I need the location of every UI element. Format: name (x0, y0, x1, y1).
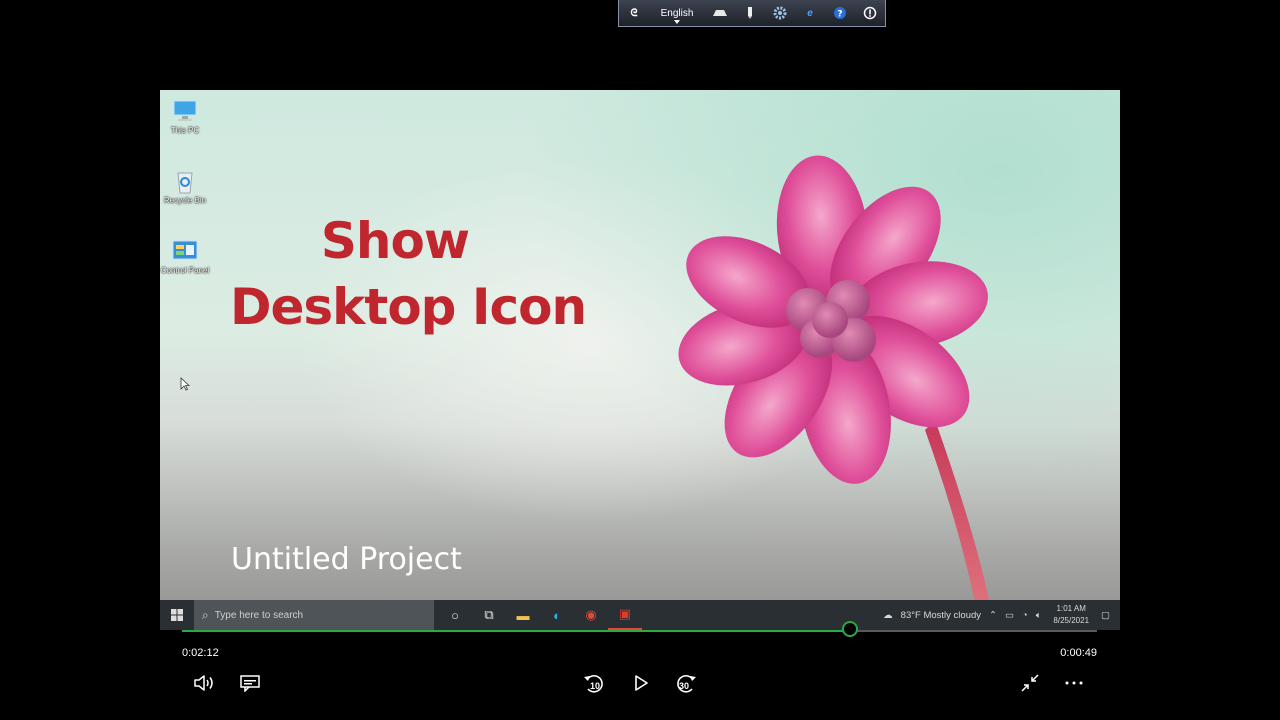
ellipsis-icon (1065, 681, 1083, 685)
volume-tray-icon[interactable]: 🔈︎ (1036, 610, 1042, 621)
desktop-icon-label: This PC (170, 126, 200, 135)
control-panel-icon (172, 240, 198, 260)
language-selector[interactable]: English (649, 0, 705, 26)
notification-icon[interactable]: ▢ (1101, 610, 1110, 621)
seek-bar-thumb[interactable] (841, 621, 858, 637)
chrome-browser-icon[interactable]: ◉ (574, 600, 608, 630)
battery-icon[interactable]: ▭ (1005, 610, 1014, 621)
file-explorer-icon[interactable]: ▬ (506, 600, 540, 630)
skip-back-seconds: 10 (590, 681, 601, 691)
video-frame[interactable]: This PC Recycle Bin Control Panel Show D… (160, 90, 1120, 630)
desktop-icon-recycle-bin[interactable]: Recycle Bin (160, 168, 213, 205)
keyboard-icon[interactable] (705, 0, 735, 26)
skip-forward-button[interactable]: 30 (672, 670, 700, 696)
info-icon[interactable] (855, 0, 885, 26)
tray-chevron-icon[interactable]: ⌃ (989, 610, 997, 621)
start-button[interactable] (160, 600, 194, 630)
search-icon: ⌕ (202, 607, 209, 622)
windows-logo-icon (171, 609, 183, 621)
mouse-cursor-icon (180, 377, 190, 391)
recycle-bin-icon (177, 172, 193, 194)
captions-icon (240, 675, 260, 692)
speaker-icon (194, 675, 213, 691)
svg-text:?: ? (837, 10, 842, 20)
system-tray: ☁ 83°F Mostly cloudy ⌃ ▭ ◔ 🔈︎ 1:01 AM 8/… (879, 600, 1120, 630)
language-label: English (660, 7, 694, 19)
overlay-title-line2: Desktop Icon (230, 278, 587, 336)
task-view-icon[interactable]: ⧉ (472, 600, 506, 630)
app-logo-icon[interactable]: ᘓ (619, 0, 649, 26)
windows-taskbar: ⌕ Type here to search ○ ⧉ ▬ ◐ ◉ ▣ ☁ 83°F… (160, 600, 1120, 630)
overlay-title: Show Desktop Icon (230, 208, 587, 340)
desktop-icon-label: Recycle Bin (163, 196, 207, 205)
settings-gear-icon[interactable] (765, 0, 795, 26)
play-icon (635, 675, 648, 691)
computer-icon (173, 100, 197, 121)
desktop-icon-this-pc[interactable]: This PC (160, 98, 213, 135)
search-placeholder: Type here to search (214, 609, 304, 621)
desktop-icon-label: Control Panel (160, 266, 210, 275)
edge-browser-icon[interactable]: ◐ (540, 600, 574, 630)
exit-fullscreen-button[interactable] (1016, 670, 1044, 696)
recorder-app-icon[interactable]: ▣ (608, 600, 642, 630)
language-toolbar: ᘓ English e ? (618, 0, 886, 27)
elapsed-time: 0:02:12 (182, 647, 219, 659)
remaining-time: 0:00:49 (1060, 647, 1097, 659)
cortana-icon[interactable]: ○ (438, 600, 472, 630)
network-icon[interactable]: ◔ (1022, 610, 1028, 621)
clock-time: 1:01 AM (1056, 604, 1086, 613)
weather-cloud-icon: ☁ (883, 609, 893, 621)
taskbar-clock[interactable]: 1:01 AM 8/25/2021 (1053, 603, 1089, 627)
weather-text[interactable]: 83°F Mostly cloudy (901, 610, 981, 621)
play-button[interactable] (627, 670, 655, 696)
seek-bar[interactable] (182, 621, 1097, 637)
pen-icon[interactable] (735, 0, 765, 26)
captions-button[interactable] (236, 670, 264, 696)
internet-explorer-icon[interactable]: e (795, 0, 825, 26)
desktop-icon-control-panel[interactable]: Control Panel (160, 238, 213, 275)
taskbar-search-box[interactable]: ⌕ Type here to search (194, 600, 434, 630)
skip-back-button[interactable]: 10 (580, 670, 608, 696)
seek-bar-fill (182, 630, 850, 632)
overlay-subtitle: Untitled Project (231, 542, 462, 577)
help-icon[interactable]: ? (825, 0, 855, 26)
volume-button[interactable] (190, 670, 218, 696)
clock-date: 8/25/2021 (1053, 616, 1090, 625)
overlay-title-line1: Show (320, 212, 470, 270)
flower-wallpaper (678, 155, 995, 630)
more-options-button[interactable] (1060, 670, 1088, 696)
minimize-arrows-icon (1021, 674, 1039, 692)
skip-forward-seconds: 30 (679, 681, 690, 691)
taskbar-apps: ○ ⧉ ▬ ◐ ◉ ▣ (438, 600, 642, 630)
